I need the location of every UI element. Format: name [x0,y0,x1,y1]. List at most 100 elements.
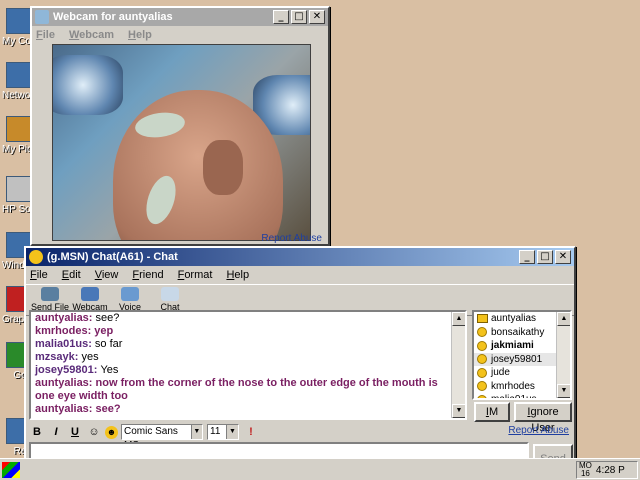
font-size-select[interactable]: 11 ▼ [207,424,239,440]
user-face-icon [477,354,487,365]
font-select[interactable]: Comic Sans MS ▼ [121,424,203,451]
chat-message: auntyalias: see? [35,312,449,325]
webcam-titlebar[interactable]: Webcam for auntyalias _ □ ✕ [32,8,328,26]
ignore-user-button[interactable]: Ignore User [514,402,572,434]
chat-titlebar[interactable]: (g.MSN) Chat(A61) - Chat _ □ ✕ [26,248,574,266]
message-text: yes [81,351,99,363]
close-button[interactable]: ✕ [555,250,571,264]
user-list[interactable]: auntyalias bonsaikathy jakmiami josey59801 j… [472,310,572,400]
user-list-item[interactable]: malia01us [474,393,556,400]
user-face-icon [477,327,487,338]
scroll-up-arrow-icon[interactable]: ▲ [557,312,570,326]
menu-item-help[interactable]: Help [128,29,152,41]
clock[interactable]: 4:28 P [596,465,625,476]
voice-icon [121,287,139,301]
menu-item-edit[interactable]: Edit [62,269,81,281]
report-abuse-link[interactable]: Report Abuse [508,425,569,436]
message-author[interactable]: auntyalias: [35,312,96,324]
windows-logo-icon[interactable] [2,462,20,478]
webcam-window[interactable]: Webcam for auntyalias _ □ ✕ File Webcam He… [30,6,330,246]
clay-nose-shape [203,140,243,195]
font-select-value: Comic Sans MS [124,426,178,451]
bold-button[interactable]: B [29,424,45,440]
taskbar: MO 16 4:28 P [0,458,640,480]
tray-date: MO 16 [579,462,592,478]
wink-emoticon-icon[interactable]: ☻ [105,425,118,439]
user-list-item[interactable]: jude [474,366,556,380]
chat-icon [161,287,179,301]
menu-item-format[interactable]: Format [178,269,213,281]
menu-item-webcam[interactable]: Webcam [69,29,114,41]
chat-message: auntyalias: now from the corner of the n… [35,377,449,403]
user-list-item[interactable]: auntyalias [474,312,556,326]
chat-log-scrollbar[interactable]: ▲ ▼ [451,312,465,418]
message-text: so far [94,338,123,350]
scroll-down-arrow-icon[interactable]: ▼ [557,384,570,398]
menu-item-file[interactable]: File [36,29,55,41]
scroll-up-arrow-icon[interactable]: ▲ [452,312,465,326]
maximize-button[interactable]: □ [537,250,553,264]
maximize-button[interactable]: □ [291,10,307,24]
user-face-icon [477,381,487,392]
foil-shape [53,55,123,115]
menu-item-friend[interactable]: Friend [132,269,163,281]
webcam-app-icon [35,10,49,24]
menu-item-file[interactable]: File [30,269,48,281]
chat-message: mzsayk: yes [35,351,449,364]
italic-button[interactable]: I [48,424,64,440]
message-author[interactable]: auntyalias: [35,377,96,389]
webcam-report-abuse-link[interactable]: Report Abuse [261,233,322,244]
message-author[interactable]: auntyalias: [35,403,96,415]
message-list: auntyalias: see? kmrhodes: yep malia01us: … [35,312,449,416]
im-button[interactable]: IM [474,402,510,422]
chat-message: josey59801: Yes [35,364,449,377]
tray-date-bottom: 16 [580,469,590,478]
chevron-down-icon: ▼ [226,425,238,439]
user-list-item[interactable]: bonsaikathy [474,326,556,340]
underline-button[interactable]: U [67,424,83,440]
chat-window[interactable]: (g.MSN) Chat(A61) - Chat _ □ ✕ File Edit V… [24,246,576,480]
emoticon-icon[interactable]: ☺ [86,424,102,440]
webcam-menubar: File Webcam Help [32,26,328,44]
chat-message: kmrhodes: yep [35,325,449,338]
minimize-button[interactable]: _ [273,10,289,24]
user-list-item[interactable]: jakmiami [474,339,556,353]
user-face-icon [477,340,487,351]
user-name: malia01us [491,394,537,400]
system-tray: MO 16 4:28 P [576,461,638,479]
close-button[interactable]: ✕ [309,10,325,24]
message-author[interactable]: josey59801: [35,364,100,376]
message-text: yep [94,325,114,337]
user-face-icon [477,367,487,378]
user-name: jude [491,367,510,379]
host-icon [477,314,488,324]
chevron-down-icon: ▼ [190,425,202,439]
webcam-video-feed [52,44,311,241]
message-author[interactable]: malia01us: [35,338,95,350]
message-author[interactable]: kmrhodes: [35,325,94,337]
chat-window-title: (g.MSN) Chat(A61) - Chat [47,251,178,263]
user-list-scrollbar[interactable]: ▲ ▼ [556,312,570,398]
message-text: see? [95,403,121,415]
user-list-items: auntyalias bonsaikathy jakmiami josey59801 j… [474,312,556,400]
message-author[interactable]: mzsayk: [35,351,81,363]
chat-log[interactable]: auntyalias: see? kmrhodes: yep malia01us: … [29,310,467,420]
menu-item-help[interactable]: Help [226,269,249,281]
webcam-window-title: Webcam for auntyalias [53,11,173,23]
user-list-item[interactable]: josey59801 [474,352,556,366]
menu-item-view[interactable]: View [95,269,119,281]
chat-message: auntyalias: see? [35,403,449,416]
minimize-button[interactable]: _ [519,250,535,264]
user-name: jakmiami [491,340,534,352]
format-toolbar: B I U ☺ ☻ Comic Sans MS ▼ 11 ▼ ! Report … [29,422,573,451]
msn-icon [29,250,43,264]
message-text: see? [95,312,120,324]
chat-menubar: File Edit View Friend Format Help [26,266,574,284]
scroll-down-arrow-icon[interactable]: ▼ [452,404,465,418]
user-face-icon [477,394,487,398]
alert-icon[interactable]: ! [243,424,259,440]
user-list-item[interactable]: kmrhodes [474,380,556,394]
webcam-icon [81,287,99,301]
user-name: auntyalias [491,313,537,325]
user-name: kmrhodes [491,380,535,392]
